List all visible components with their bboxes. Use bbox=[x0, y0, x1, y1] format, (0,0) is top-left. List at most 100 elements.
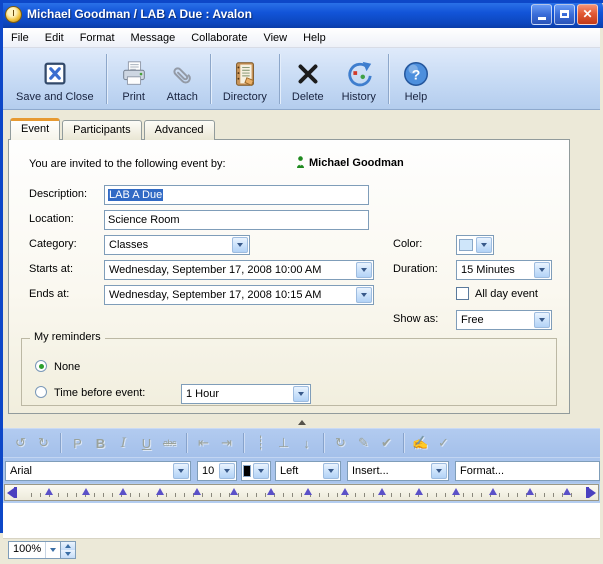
chevron-down-icon[interactable] bbox=[476, 237, 492, 253]
chevron-down-icon[interactable] bbox=[45, 542, 60, 558]
delete-button[interactable]: Delete bbox=[283, 51, 333, 107]
accept-edit-icon[interactable]: ✔ bbox=[376, 433, 397, 453]
menu-item-edit[interactable]: Edit bbox=[37, 30, 72, 46]
chevron-down-icon[interactable] bbox=[534, 312, 550, 328]
tab-stop-marker[interactable] bbox=[341, 488, 349, 495]
location-input[interactable]: Science Room bbox=[104, 210, 369, 230]
tab-stop-marker[interactable] bbox=[230, 488, 238, 495]
attach-button[interactable]: Attach bbox=[158, 51, 207, 107]
revert-icon[interactable]: ↻ bbox=[330, 433, 351, 453]
tab-stop-marker[interactable] bbox=[489, 488, 497, 495]
menu-item-format[interactable]: Format bbox=[72, 30, 123, 46]
organizer: Michael Goodman bbox=[296, 156, 404, 169]
close-button[interactable]: ✕ bbox=[577, 4, 598, 25]
starts-at-dropdown[interactable]: Wednesday, September 17, 2008 10:00 AM bbox=[104, 260, 374, 280]
tab-stop-marker[interactable] bbox=[452, 488, 460, 495]
outdent-icon[interactable]: ⇤ bbox=[193, 433, 214, 453]
directory-button[interactable]: Directory bbox=[214, 51, 276, 107]
chevron-down-icon[interactable] bbox=[232, 237, 248, 253]
duration-dropdown[interactable]: 15 Minutes bbox=[456, 260, 552, 280]
tab-stop-marker[interactable] bbox=[415, 488, 423, 495]
strikethrough-icon[interactable]: abc bbox=[159, 433, 180, 453]
bold-icon[interactable]: B bbox=[90, 433, 111, 453]
chevron-down-icon[interactable] bbox=[431, 463, 447, 479]
show-as-dropdown[interactable]: Free bbox=[456, 310, 552, 330]
spell-check-icon[interactable]: ✓ bbox=[433, 433, 454, 453]
tab-stop-marker[interactable] bbox=[304, 488, 312, 495]
right-margin-marker[interactable] bbox=[586, 487, 596, 498]
minimize-button[interactable] bbox=[531, 4, 552, 25]
redo-icon[interactable]: ↻ bbox=[33, 433, 54, 453]
tab-stop-marker[interactable] bbox=[378, 488, 386, 495]
menu-item-collaborate[interactable]: Collaborate bbox=[183, 30, 255, 46]
font-size-dropdown[interactable]: 10 bbox=[197, 461, 237, 481]
chevron-down-icon[interactable] bbox=[253, 463, 269, 479]
font-color-dropdown[interactable] bbox=[241, 461, 271, 481]
tab-stop-marker[interactable] bbox=[119, 488, 127, 495]
plain-text-icon[interactable]: P bbox=[67, 433, 88, 453]
chevron-down-icon[interactable] bbox=[293, 386, 309, 402]
menu-item-message[interactable]: Message bbox=[123, 30, 184, 46]
reminder-time-radio[interactable] bbox=[35, 386, 47, 398]
tab-stop-icon[interactable]: ⊥ bbox=[273, 433, 294, 453]
chevron-down-icon[interactable] bbox=[173, 463, 189, 479]
insert-dropdown[interactable]: Insert... bbox=[347, 461, 449, 481]
tab-stop-marker[interactable] bbox=[82, 488, 90, 495]
underline-icon[interactable]: U bbox=[136, 433, 157, 453]
tab-stop-marker[interactable] bbox=[193, 488, 201, 495]
tab-event[interactable]: Event bbox=[10, 118, 60, 140]
pen-icon[interactable]: ✎ bbox=[353, 433, 374, 453]
tab-stop-marker[interactable] bbox=[156, 488, 164, 495]
help-button[interactable]: ? Help bbox=[392, 51, 440, 107]
alignment-dropdown[interactable]: Left bbox=[275, 461, 341, 481]
spinner-down-icon bbox=[61, 550, 75, 558]
format-dropdown[interactable]: Format... bbox=[455, 461, 600, 481]
left-margin-marker[interactable] bbox=[7, 487, 17, 498]
attach-icon bbox=[167, 59, 197, 89]
chevron-down-icon[interactable] bbox=[356, 287, 372, 303]
reminder-none-radio[interactable] bbox=[35, 360, 47, 372]
description-input[interactable]: LAB A Due bbox=[104, 185, 369, 205]
tab-stop-marker[interactable] bbox=[526, 488, 534, 495]
menu-item-view[interactable]: View bbox=[255, 30, 295, 46]
tab-stop-marker[interactable] bbox=[563, 488, 571, 495]
undo-icon[interactable]: ↺ bbox=[10, 433, 31, 453]
tab-stop-marker[interactable] bbox=[45, 488, 53, 495]
all-day-checkbox[interactable] bbox=[456, 287, 469, 300]
menu-item-file[interactable]: File bbox=[3, 30, 37, 46]
category-dropdown[interactable]: Classes bbox=[104, 235, 250, 255]
history-button[interactable]: History bbox=[333, 51, 385, 107]
toolbar-separator bbox=[388, 54, 389, 104]
zoom-control[interactable]: 100% bbox=[8, 541, 76, 559]
tab-participants[interactable]: Participants bbox=[62, 120, 141, 140]
indent-icon[interactable]: ⇥ bbox=[216, 433, 237, 453]
menu-item-help[interactable]: Help bbox=[295, 30, 334, 46]
font-family-dropdown[interactable]: Arial bbox=[5, 461, 191, 481]
category-value: Classes bbox=[105, 239, 231, 251]
tab-stop-marker[interactable] bbox=[267, 488, 275, 495]
insert-tab-icon[interactable]: ┊ bbox=[250, 433, 271, 453]
splitter-handle[interactable] bbox=[298, 420, 306, 425]
duration-label: Duration: bbox=[393, 263, 438, 275]
message-body[interactable] bbox=[3, 503, 600, 538]
maximize-button[interactable] bbox=[554, 4, 575, 25]
signature-icon[interactable]: ✍ bbox=[410, 433, 431, 453]
directory-icon bbox=[230, 59, 260, 89]
chevron-down-icon[interactable] bbox=[219, 463, 235, 479]
save-and-close-button[interactable]: Save and Close bbox=[7, 51, 103, 107]
reminder-time-dropdown[interactable]: 1 Hour bbox=[181, 384, 311, 404]
chevron-down-icon[interactable] bbox=[323, 463, 339, 479]
tab-advanced[interactable]: Advanced bbox=[144, 120, 215, 140]
print-icon bbox=[119, 59, 149, 89]
ends-at-dropdown[interactable]: Wednesday, September 17, 2008 10:15 AM bbox=[104, 285, 374, 305]
location-label: Location: bbox=[29, 213, 74, 225]
chevron-down-icon[interactable] bbox=[356, 262, 372, 278]
print-button[interactable]: Print bbox=[110, 51, 158, 107]
application-window: Michael Goodman / LAB A Due : Avalon ✕ F… bbox=[0, 0, 603, 564]
chevron-down-icon[interactable] bbox=[534, 262, 550, 278]
move-down-icon[interactable]: ↓ bbox=[296, 433, 317, 453]
zoom-spinner[interactable] bbox=[60, 542, 75, 558]
italic-icon[interactable]: I bbox=[113, 433, 134, 453]
font-color-swatch bbox=[243, 465, 251, 477]
color-dropdown[interactable] bbox=[456, 235, 494, 255]
